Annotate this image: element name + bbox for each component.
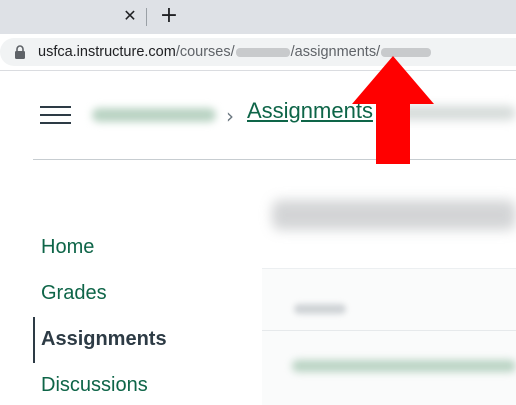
tab-strip: ✕ + [0,0,516,34]
hamburger-menu-icon[interactable] [40,102,72,126]
breadcrumb-separator: › [226,104,234,128]
active-indicator [33,317,35,363]
red-arrow-annotation [352,56,434,164]
redacted-course-id [235,47,290,57]
sidebar-item-assignments[interactable]: Assignments [41,328,167,351]
url-courses-segment: /courses/ [175,44,235,60]
breadcrumb-course-redacted[interactable] [92,108,216,122]
tab-separator [146,8,147,26]
url-host: usfca.instructure.com [38,44,176,60]
header-divider [33,159,516,160]
assignment-details-panel [262,268,516,405]
new-tab-button[interactable]: + [156,3,182,29]
sidebar-item-discussions[interactable]: Discussions [41,374,148,397]
assignment-title-redacted [272,200,516,230]
panel-label-redacted [294,304,346,314]
panel-divider [262,330,516,331]
tab-close-icon[interactable]: ✕ [118,4,142,28]
lock-icon[interactable] [14,45,26,59]
canvas-page: › Assignments Home Grades Assignments Di… [0,70,516,405]
sidebar-item-home[interactable]: Home [41,236,94,259]
sidebar-item-grades[interactable]: Grades [41,282,107,305]
panel-link-redacted[interactable] [292,360,516,372]
